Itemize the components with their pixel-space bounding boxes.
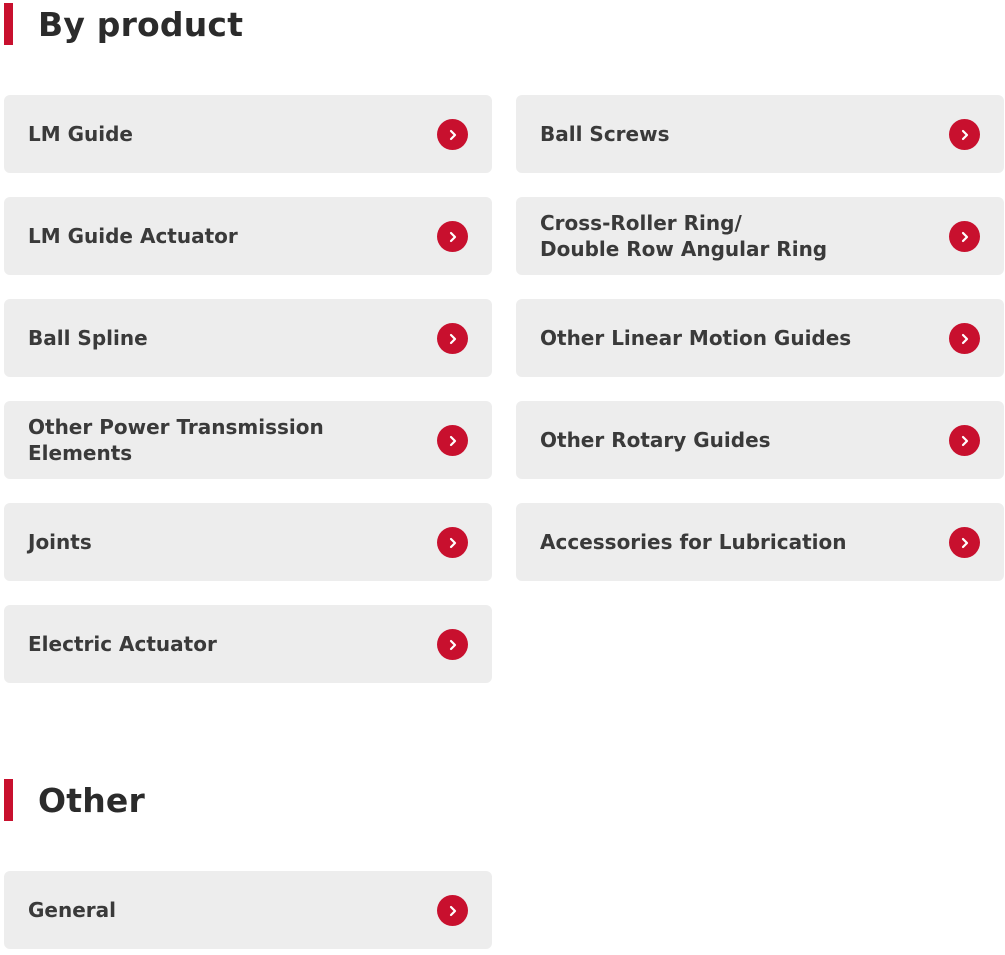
other-link-general[interactable]: General <box>4 871 492 949</box>
chevron-right-circle-icon <box>949 119 980 150</box>
chevron-right-circle-icon <box>437 119 468 150</box>
chevron-right-circle-icon <box>949 221 980 252</box>
chevron-right-circle-icon <box>437 629 468 660</box>
chevron-right-circle-icon <box>949 425 980 456</box>
product-link-cross-roller-ring[interactable]: Cross-Roller Ring/ Double Row Angular Ri… <box>516 197 1004 275</box>
product-link-label: Accessories for Lubrication <box>540 530 847 554</box>
chevron-right-circle-icon <box>949 323 980 354</box>
chevron-right-circle-icon <box>437 323 468 354</box>
other-link-label: General <box>28 898 116 922</box>
product-link-ball-spline[interactable]: Ball Spline <box>4 299 492 377</box>
chevron-right-circle-icon <box>949 527 980 558</box>
chevron-right-circle-icon <box>437 425 468 456</box>
product-link-accessories-for-lubrication[interactable]: Accessories for Lubrication <box>516 503 1004 581</box>
chevron-right-circle-icon <box>437 527 468 558</box>
product-link-lm-guide-actuator[interactable]: LM Guide Actuator <box>4 197 492 275</box>
product-link-ball-screws[interactable]: Ball Screws <box>516 95 1004 173</box>
chevron-right-circle-icon <box>437 221 468 252</box>
product-link-other-linear-motion-guides[interactable]: Other Linear Motion Guides <box>516 299 1004 377</box>
section-accent-bar <box>4 779 13 821</box>
product-link-label: Electric Actuator <box>28 632 217 656</box>
product-link-label: LM Guide <box>28 122 133 146</box>
section-heading: By product <box>38 4 244 44</box>
section-heading: Other <box>38 780 145 820</box>
product-link-label: LM Guide Actuator <box>28 224 238 248</box>
section-accent-bar <box>4 3 13 45</box>
product-link-label: Other Power Transmission Elements <box>28 415 324 465</box>
product-link-label: Ball Spline <box>28 326 148 350</box>
chevron-right-circle-icon <box>437 895 468 926</box>
product-link-electric-actuator[interactable]: Electric Actuator <box>4 605 492 683</box>
product-link-lm-guide[interactable]: LM Guide <box>4 95 492 173</box>
product-link-label: Joints <box>28 530 92 554</box>
product-link-label: Ball Screws <box>540 122 670 146</box>
product-link-label: Cross-Roller Ring/ Double Row Angular Ri… <box>540 211 828 261</box>
product-link-other-power-transmission-elements[interactable]: Other Power Transmission Elements <box>4 401 492 479</box>
product-link-joints[interactable]: Joints <box>4 503 492 581</box>
product-link-label: Other Linear Motion Guides <box>540 326 852 350</box>
product-link-label: Other Rotary Guides <box>540 428 771 452</box>
product-link-other-rotary-guides[interactable]: Other Rotary Guides <box>516 401 1004 479</box>
